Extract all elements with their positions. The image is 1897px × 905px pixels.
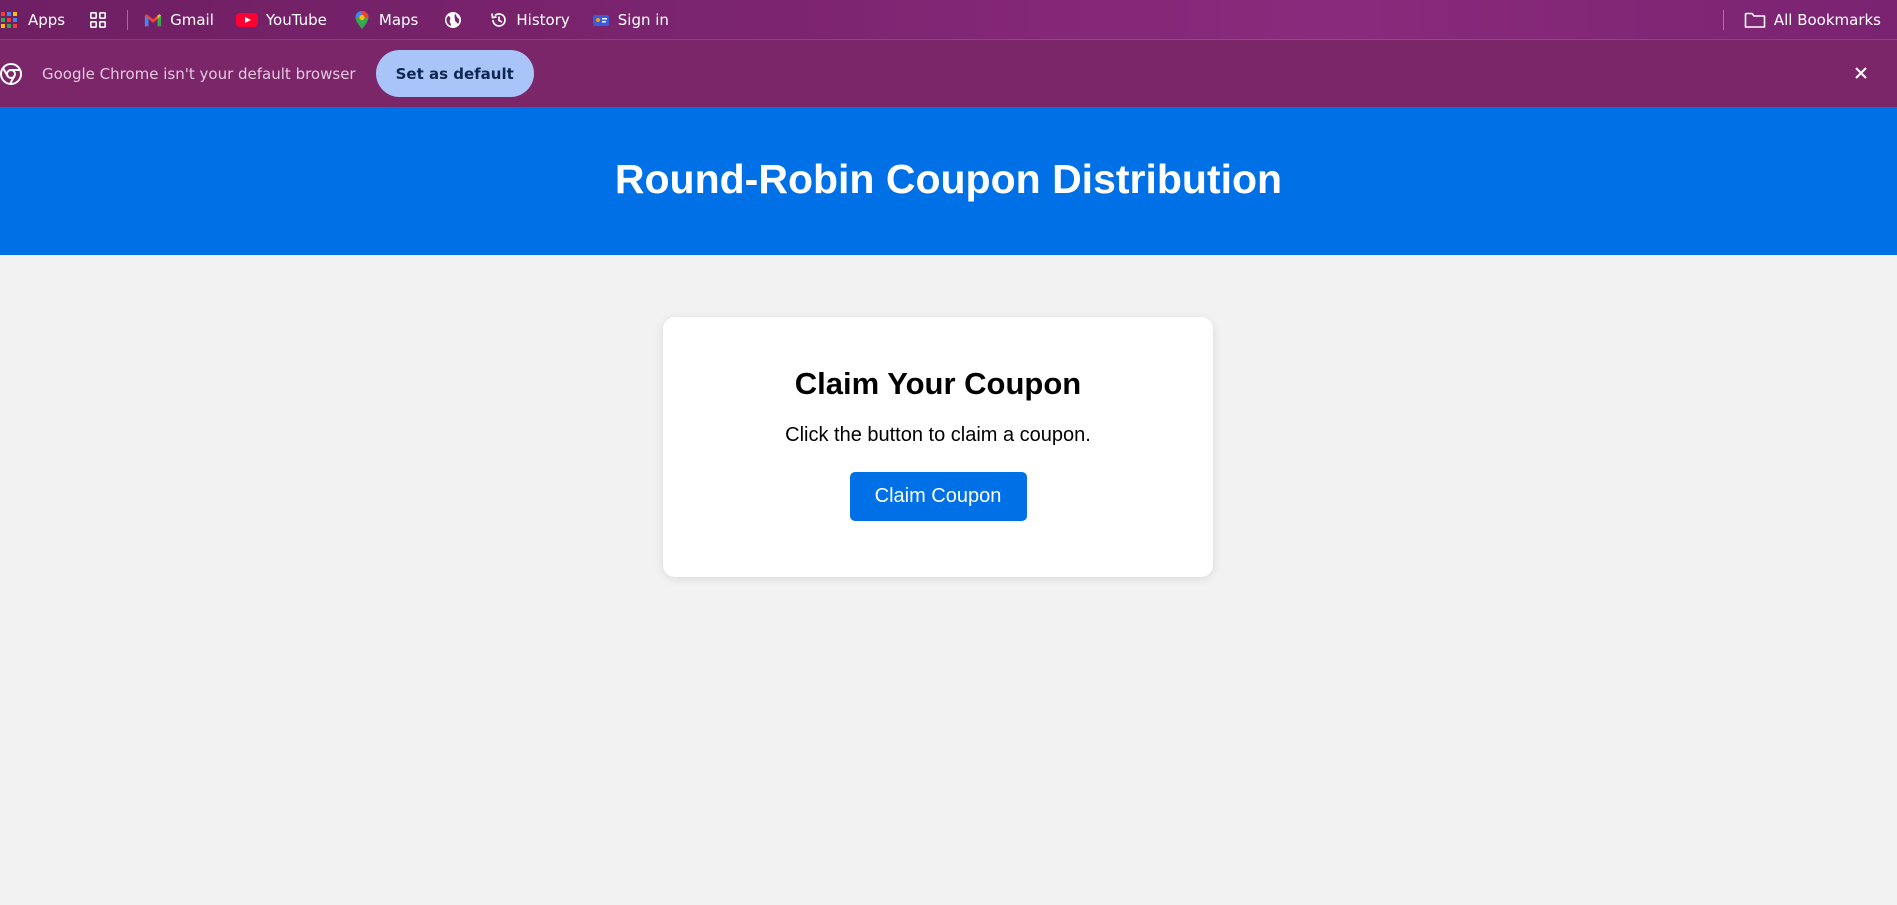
bookmarks-divider	[127, 9, 129, 30]
bookmark-label: Sign in	[617, 10, 669, 29]
folder-icon	[1744, 11, 1766, 29]
bookmarks-right-divider	[1722, 9, 1724, 30]
bookmark-globe[interactable]	[438, 5, 468, 35]
gmail-icon	[144, 11, 162, 29]
set-as-default-button[interactable]: Set as default	[375, 50, 534, 97]
bookmark-history[interactable]: History	[484, 5, 575, 35]
card-description: Click the button to claim a coupon.	[785, 424, 1091, 447]
bookmark-label: History	[516, 10, 570, 29]
bookmark-label: Gmail	[170, 10, 214, 29]
bookmark-apps[interactable]: Apps	[0, 5, 71, 35]
history-icon	[490, 11, 508, 29]
default-browser-infobar: Google Chrome isn't your default browser…	[0, 40, 1897, 107]
bookmark-label: YouTube	[265, 10, 327, 29]
all-bookmarks-button[interactable]: All Bookmarks	[1738, 5, 1887, 35]
bookmark-label: Apps	[28, 10, 66, 29]
card-title: Claim Your Coupon	[794, 366, 1082, 401]
close-icon[interactable]	[1849, 61, 1873, 85]
youtube-icon	[235, 11, 258, 29]
bookmark-label: Maps	[378, 10, 419, 29]
chrome-icon	[0, 62, 22, 85]
infobar-message: Google Chrome isn't your default browser	[42, 64, 356, 83]
all-bookmarks-label: All Bookmarks	[1773, 10, 1881, 29]
claim-coupon-button[interactable]: Claim Coupon	[849, 472, 1027, 522]
bookmark-gmail[interactable]: Gmail	[138, 5, 220, 35]
coupon-card: Claim Your Coupon Click the button to cl…	[663, 317, 1213, 577]
tab-groups-icon	[89, 11, 107, 29]
bookmark-maps[interactable]: Maps	[347, 5, 424, 35]
bookmark-sign-in[interactable]: Sign in	[586, 5, 675, 35]
bookmarks-bar: Apps Gmail YouTube Maps History Sign in …	[0, 0, 1897, 40]
tab-groups-button[interactable]	[83, 5, 113, 35]
bookmark-youtube[interactable]: YouTube	[230, 5, 333, 35]
page-header: Round-Robin Coupon Distribution	[0, 107, 1897, 255]
globe-icon	[444, 11, 462, 29]
sign-in-icon	[592, 11, 610, 29]
page-title: Round-Robin Coupon Distribution	[614, 155, 1283, 202]
apps-grid-icon	[0, 11, 18, 29]
maps-icon	[353, 10, 371, 29]
